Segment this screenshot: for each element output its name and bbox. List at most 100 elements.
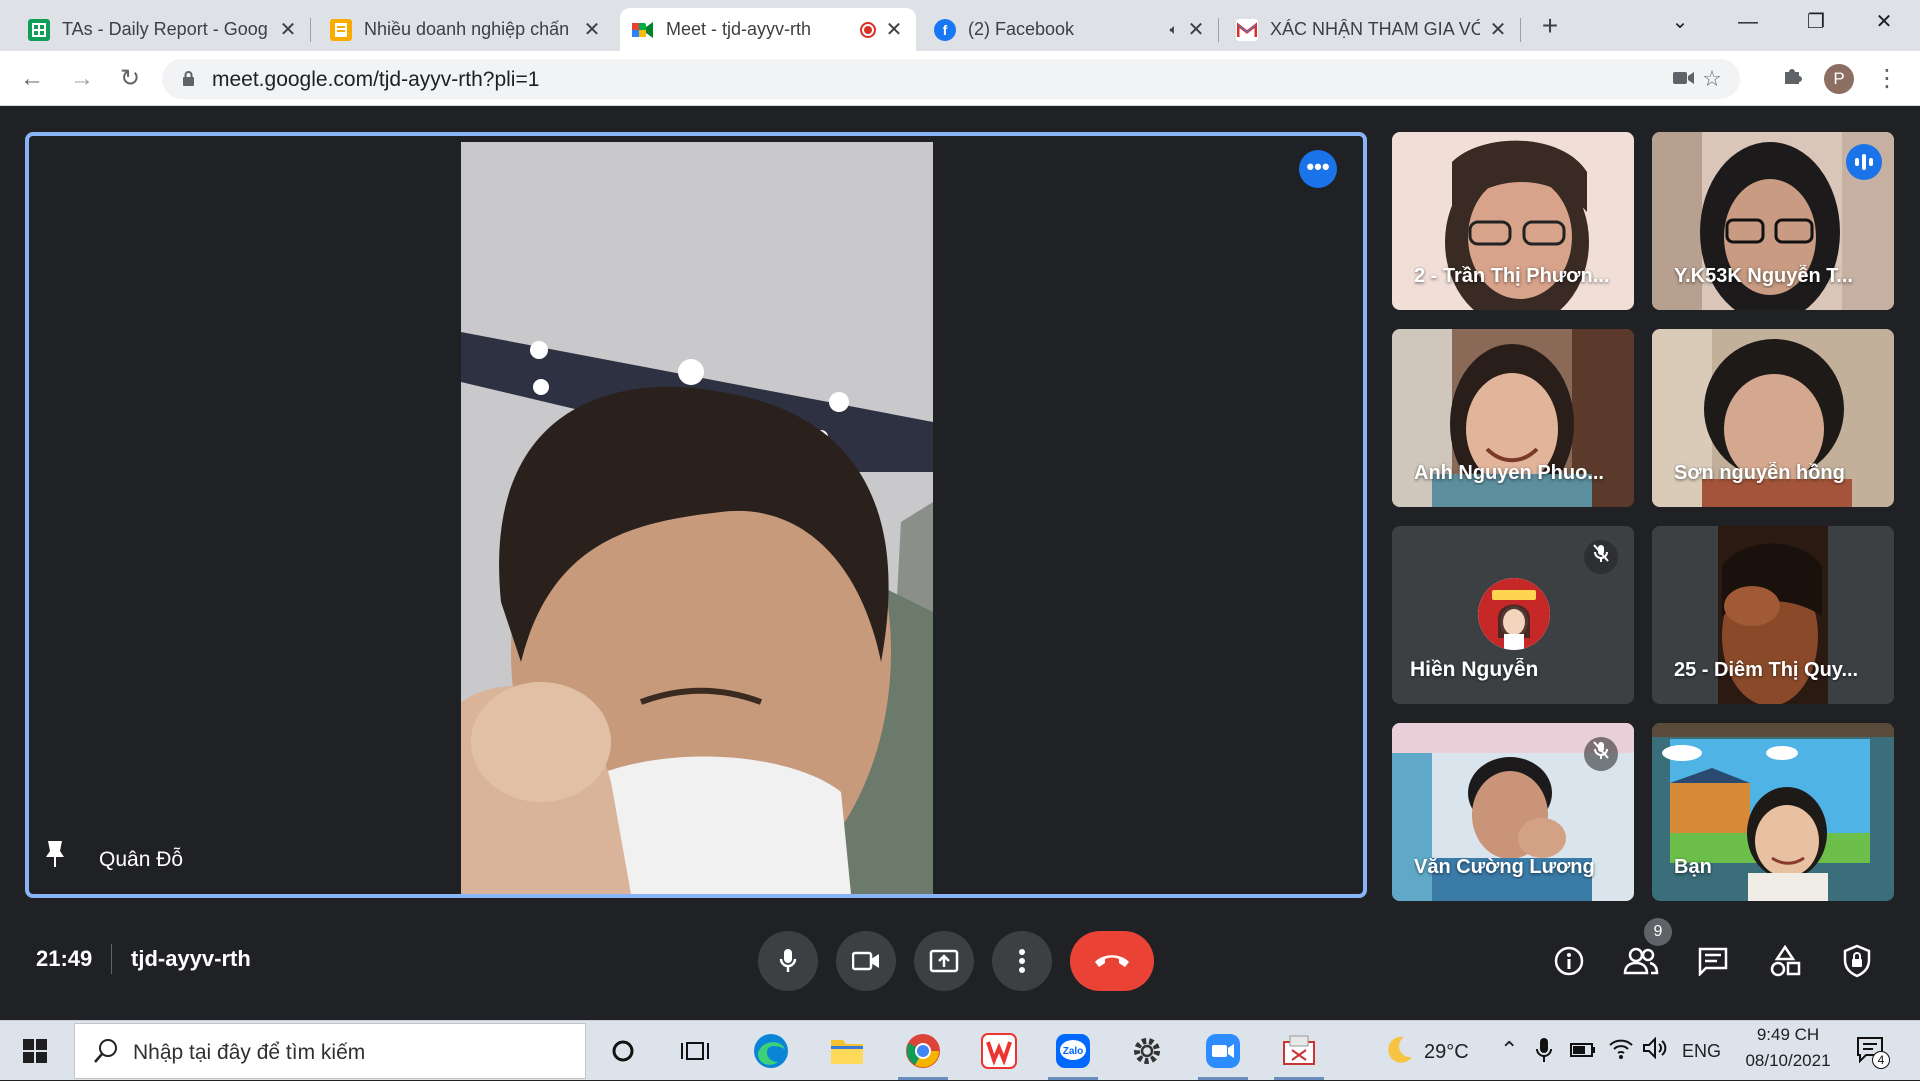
microphone-tray-icon[interactable] bbox=[1536, 1037, 1552, 1068]
video-camera-icon bbox=[852, 951, 879, 971]
edge-browser-icon[interactable] bbox=[740, 1025, 802, 1077]
recording-icon bbox=[860, 21, 876, 38]
bookmark-star-icon[interactable]: ☆ bbox=[1698, 65, 1726, 93]
close-tab-icon[interactable]: ✕ bbox=[884, 17, 904, 42]
extensions-puzzle-icon[interactable] bbox=[1776, 63, 1808, 95]
file-explorer-icon[interactable] bbox=[816, 1025, 878, 1077]
task-view-icon[interactable] bbox=[664, 1025, 726, 1077]
present-screen-button[interactable] bbox=[914, 931, 974, 991]
start-button[interactable] bbox=[0, 1021, 70, 1081]
camera-in-use-icon[interactable] bbox=[1670, 65, 1698, 93]
settings-gear-icon[interactable] bbox=[1116, 1025, 1178, 1077]
microphone-icon bbox=[779, 949, 797, 972]
leave-call-button[interactable] bbox=[1070, 931, 1154, 991]
back-button[interactable]: ← bbox=[16, 63, 48, 95]
more-vertical-icon bbox=[1019, 949, 1025, 973]
tab-separator bbox=[310, 18, 311, 42]
forward-button[interactable]: → bbox=[66, 63, 98, 95]
cortana-icon[interactable] bbox=[592, 1025, 654, 1077]
address-bar[interactable]: meet.google.com/tjd-ayyv-rth?pli=1 ☆ bbox=[162, 59, 1740, 99]
participant-tile[interactable]: Sơn nguyễn hồng bbox=[1652, 329, 1894, 507]
taskbar-date: 08/10/2021 bbox=[1745, 1051, 1831, 1070]
tab-title: XÁC NHẬN THAM GIA VỚ bbox=[1270, 19, 1480, 39]
shield-lock-icon bbox=[1843, 944, 1871, 978]
restore-button[interactable]: ❐ bbox=[1786, 0, 1846, 44]
participant-count-badge: 9 bbox=[1644, 918, 1672, 946]
participant-avatar bbox=[1478, 578, 1550, 650]
activities-button[interactable] bbox=[1764, 940, 1806, 982]
weather-moon-icon[interactable] bbox=[1386, 1035, 1414, 1070]
input-language[interactable]: ENG bbox=[1682, 1041, 1721, 1062]
taskbar-search-box[interactable]: Nhập tại đây để tìm kiếm bbox=[74, 1023, 586, 1079]
pin-icon[interactable] bbox=[43, 839, 67, 874]
minimize-button[interactable]: — bbox=[1718, 0, 1778, 44]
participant-tile[interactable]: Anh Nguyen Phuo... bbox=[1392, 329, 1634, 507]
tab-gmail[interactable]: XÁC NHẬN THAM GIA VỚ ✕ bbox=[1224, 8, 1521, 51]
tab-google-meet[interactable]: Meet - tjd-ayyv-rth ✕ bbox=[620, 8, 916, 51]
participant-tile[interactable]: 2 - Trần Thị Phươn... bbox=[1392, 132, 1634, 310]
meet-icon bbox=[632, 18, 654, 41]
close-window-button[interactable]: ✕ bbox=[1854, 0, 1914, 44]
close-tab-icon[interactable]: ✕ bbox=[582, 17, 602, 42]
participant-tile[interactable]: Y.K53K Nguyễn T... bbox=[1652, 132, 1894, 310]
notification-count-badge: 4 bbox=[1872, 1051, 1890, 1069]
main-speaker-stage[interactable]: ••• Quân Đỗ bbox=[25, 132, 1367, 898]
lock-icon[interactable] bbox=[182, 70, 195, 86]
chat-button[interactable] bbox=[1692, 940, 1734, 982]
meeting-code: tjd-ayyv-rth bbox=[131, 946, 251, 971]
tab-search-chevron-icon[interactable]: ⌄ bbox=[1650, 0, 1710, 44]
battery-icon[interactable] bbox=[1570, 1043, 1596, 1062]
profile-avatar[interactable]: P bbox=[1824, 64, 1854, 94]
host-controls-button[interactable] bbox=[1836, 940, 1878, 982]
facebook-icon: f bbox=[934, 18, 956, 41]
main-speaker-video bbox=[461, 142, 933, 894]
chrome-menu-icon[interactable]: ⋮ bbox=[1872, 63, 1902, 95]
participant-name: Văn Cường Lương bbox=[1414, 856, 1595, 878]
new-tab-button[interactable]: + bbox=[1536, 8, 1564, 44]
show-hidden-icons-chevron-icon[interactable]: ⌃ bbox=[1500, 1037, 1518, 1063]
show-everyone-button[interactable] bbox=[1620, 940, 1662, 982]
participant-tile[interactable]: Hiền Nguyễn bbox=[1392, 526, 1634, 704]
browser-tab-strip: TAs - Daily Report - Goog ✕ Nhiều doanh … bbox=[0, 0, 1920, 51]
tab-news-article[interactable]: Nhiều doanh nghiệp chấn ✕ bbox=[318, 8, 614, 51]
zoom-icon[interactable] bbox=[1192, 1025, 1254, 1080]
speaker-audio-icon[interactable]: 🔈︎ bbox=[1170, 21, 1178, 38]
chrome-taskbar-icon[interactable] bbox=[892, 1025, 954, 1080]
info-icon bbox=[1554, 946, 1584, 976]
people-icon bbox=[1623, 947, 1659, 975]
close-tab-icon[interactable]: ✕ bbox=[278, 17, 298, 42]
volume-icon[interactable] bbox=[1642, 1036, 1668, 1064]
weather-temperature[interactable]: 29°C bbox=[1424, 1041, 1469, 1064]
windows-taskbar: Nhập tại đây để tìm kiếm Zalo 29°C ⌃ ENG… bbox=[0, 1020, 1920, 1080]
notifications-icon[interactable]: 4 bbox=[1856, 1035, 1890, 1070]
participant-tile[interactable]: Văn Cường Lương bbox=[1392, 723, 1634, 901]
tab-facebook[interactable]: f (2) Facebook 🔈︎ ✕ bbox=[922, 8, 1219, 51]
tab-separator bbox=[1520, 18, 1521, 42]
participant-tile[interactable]: Bạn bbox=[1652, 723, 1894, 901]
close-tab-icon[interactable]: ✕ bbox=[1186, 17, 1206, 42]
tab-title: TAs - Daily Report - Goog bbox=[62, 19, 268, 39]
close-tab-icon[interactable]: ✕ bbox=[1488, 17, 1508, 42]
camera-button[interactable] bbox=[836, 931, 896, 991]
hang-up-phone-icon bbox=[1095, 955, 1129, 967]
meeting-details-button[interactable] bbox=[1548, 940, 1590, 982]
url-text[interactable]: meet.google.com/tjd-ayyv-rth?pli=1 bbox=[212, 68, 539, 92]
tab-daily-report[interactable]: TAs - Daily Report - Goog ✕ bbox=[16, 8, 311, 51]
participant-tile[interactable]: 25 - Diêm Thị Quy... bbox=[1652, 526, 1894, 704]
more-options-button[interactable] bbox=[992, 931, 1052, 991]
svg-text:Zalo: Zalo bbox=[1063, 1046, 1084, 1057]
zalo-icon[interactable]: Zalo bbox=[1042, 1025, 1104, 1080]
gmail-icon bbox=[1236, 18, 1258, 41]
clock-area[interactable]: 9:49 CH 08/10/2021 bbox=[1736, 1025, 1840, 1071]
more-options-icon[interactable]: ••• bbox=[1299, 150, 1337, 188]
tab-title: Meet - tjd-ayyv-rth bbox=[666, 19, 812, 39]
tab-title: Nhiều doanh nghiệp chấn bbox=[364, 19, 570, 39]
reload-button[interactable]: ↻ bbox=[114, 63, 146, 95]
wifi-icon[interactable] bbox=[1608, 1037, 1634, 1064]
document-icon bbox=[330, 18, 352, 41]
tab-title: (2) Facebook bbox=[968, 19, 1075, 39]
microphone-button[interactable] bbox=[758, 931, 818, 991]
wps-office-icon[interactable] bbox=[968, 1025, 1030, 1077]
snipping-tool-icon[interactable] bbox=[1268, 1025, 1330, 1080]
main-speaker-name: Quân Đỗ bbox=[99, 848, 184, 871]
